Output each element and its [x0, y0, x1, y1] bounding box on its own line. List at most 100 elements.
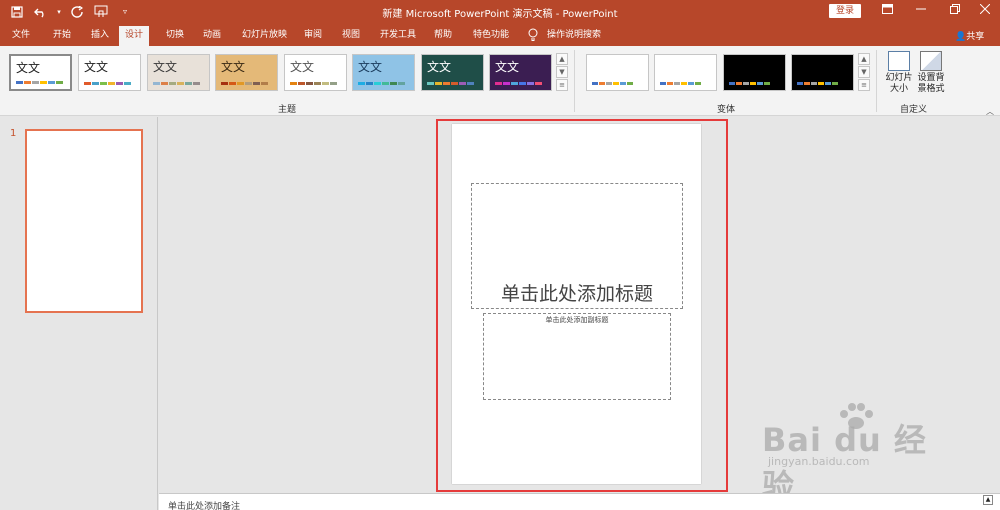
- color-swatch: [382, 82, 389, 85]
- user-icon: 👤: [955, 32, 967, 42]
- ribbon-tabs: 文件 开始 插入 设计 切换 动画 幻灯片放映 审阅 视图 开发工具 帮助 特色…: [0, 23, 1000, 46]
- color-swatch: [535, 82, 542, 85]
- theme-thumbnail[interactable]: 文文: [9, 54, 72, 91]
- variant-thumbnail[interactable]: [586, 54, 649, 91]
- color-swatch: [681, 82, 687, 85]
- color-swatch: [427, 82, 434, 85]
- ribbon-display-options-icon[interactable]: [872, 2, 902, 20]
- color-swatch: [627, 82, 633, 85]
- more-icon[interactable]: ≡: [858, 79, 870, 91]
- theme-thumbnail[interactable]: 文文: [352, 54, 415, 91]
- tab-insert[interactable]: 插入: [85, 26, 115, 46]
- notes-pane[interactable]: 单击此处添加备注: [159, 493, 1000, 510]
- color-swatch: [435, 82, 442, 85]
- variant-thumbnail[interactable]: [654, 54, 717, 91]
- theme-thumbnail[interactable]: 文文: [78, 54, 141, 91]
- theme-thumbnail[interactable]: 文文: [147, 54, 210, 91]
- color-swatch: [100, 82, 107, 85]
- color-swatch: [374, 82, 381, 85]
- tab-view[interactable]: 视图: [336, 26, 366, 46]
- tab-animations[interactable]: 动画: [197, 26, 227, 46]
- tab-design[interactable]: 设计: [119, 26, 150, 46]
- theme-thumbnail[interactable]: 文文: [489, 54, 552, 91]
- color-swatch: [606, 82, 612, 85]
- login-button[interactable]: 登录: [829, 4, 861, 18]
- tab-file[interactable]: 文件: [6, 26, 36, 46]
- color-swatch: [825, 82, 831, 85]
- variant-color-swatches: [797, 82, 838, 85]
- color-swatch: [32, 81, 39, 84]
- notes-placeholder: 单击此处添加备注: [168, 502, 241, 510]
- color-swatch: [177, 82, 184, 85]
- expand-notes-icon[interactable]: ▲: [983, 495, 993, 505]
- tab-featured[interactable]: 特色功能: [467, 26, 515, 46]
- color-swatch: [92, 82, 99, 85]
- slide-thumbnail[interactable]: [25, 129, 143, 313]
- close-icon[interactable]: [970, 2, 1000, 20]
- color-swatch: [674, 82, 680, 85]
- theme-sample-text: 文文: [495, 60, 520, 74]
- theme-sample-text: 文文: [153, 60, 178, 74]
- color-swatch: [366, 82, 373, 85]
- theme-thumbnail[interactable]: 文文: [284, 54, 347, 91]
- themes-group-label: 主题: [278, 105, 297, 115]
- title-bar: ▾ ▿ 新建 Microsoft PowerPoint 演示文稿 - Power…: [0, 0, 1000, 23]
- variant-color-swatches: [592, 82, 633, 85]
- chevron-up-icon[interactable]: ▲: [556, 53, 568, 65]
- color-swatch: [298, 82, 305, 85]
- baidu-jingyan-watermark: Bai du 经验 jingyan.baidu.com: [758, 403, 958, 505]
- format-background-icon: [920, 51, 942, 71]
- tell-me-search[interactable]: 操作说明搜索: [541, 26, 607, 46]
- color-swatch: [398, 82, 405, 85]
- color-swatch: [16, 81, 23, 84]
- theme-thumbnail[interactable]: 文文: [421, 54, 484, 91]
- color-swatch: [503, 82, 510, 85]
- color-swatch: [229, 82, 236, 85]
- divider: [574, 50, 575, 112]
- tab-help[interactable]: 帮助: [428, 26, 458, 46]
- color-swatch: [451, 82, 458, 85]
- variant-thumbnail[interactable]: [791, 54, 854, 91]
- color-swatch: [116, 82, 123, 85]
- chevron-up-icon[interactable]: ▲: [858, 53, 870, 65]
- themes-scroll[interactable]: ▲ ▼ ≡: [556, 53, 568, 93]
- slide-number: 1: [10, 128, 17, 139]
- collapse-ribbon-icon[interactable]: ︿: [986, 106, 994, 117]
- variant-thumbnail[interactable]: [723, 54, 786, 91]
- theme-thumbnail[interactable]: 文文: [215, 54, 278, 91]
- color-swatch: [40, 81, 47, 84]
- format-background-button[interactable]: 设置背景格式: [915, 51, 947, 95]
- minimize-icon[interactable]: [906, 2, 936, 20]
- color-swatch: [667, 82, 673, 85]
- color-swatch: [660, 82, 666, 85]
- more-icon[interactable]: ≡: [556, 79, 568, 91]
- watermark-url: jingyan.baidu.com: [768, 455, 870, 468]
- color-swatch: [322, 82, 329, 85]
- share-label: 共享: [966, 32, 985, 42]
- slide-size-button[interactable]: 幻灯片大小: [883, 51, 915, 95]
- variants-group-label: 变体: [717, 105, 736, 115]
- slide-size-label: 幻灯片大小: [885, 73, 913, 94]
- tab-developer[interactable]: 开发工具: [374, 26, 422, 46]
- chevron-down-icon[interactable]: ▼: [858, 66, 870, 78]
- variant-color-swatches: [660, 82, 701, 85]
- color-swatch: [832, 82, 838, 85]
- variants-scroll[interactable]: ▲ ▼ ≡: [858, 53, 870, 93]
- color-swatch: [306, 82, 313, 85]
- share-button[interactable]: 👤共享: [955, 29, 984, 42]
- restore-icon[interactable]: [940, 2, 970, 20]
- theme-color-swatches: [153, 82, 200, 85]
- color-swatch: [467, 82, 474, 85]
- color-swatch: [599, 82, 605, 85]
- theme-color-swatches: [16, 81, 63, 84]
- tab-transitions[interactable]: 切换: [160, 26, 190, 46]
- color-swatch: [613, 82, 619, 85]
- color-swatch: [253, 82, 260, 85]
- color-swatch: [290, 82, 297, 85]
- color-swatch: [804, 82, 810, 85]
- chevron-down-icon[interactable]: ▼: [556, 66, 568, 78]
- tab-home[interactable]: 开始: [47, 26, 77, 46]
- color-swatch: [443, 82, 450, 85]
- tab-slideshow[interactable]: 幻灯片放映: [236, 26, 293, 46]
- tab-review[interactable]: 审阅: [298, 26, 328, 46]
